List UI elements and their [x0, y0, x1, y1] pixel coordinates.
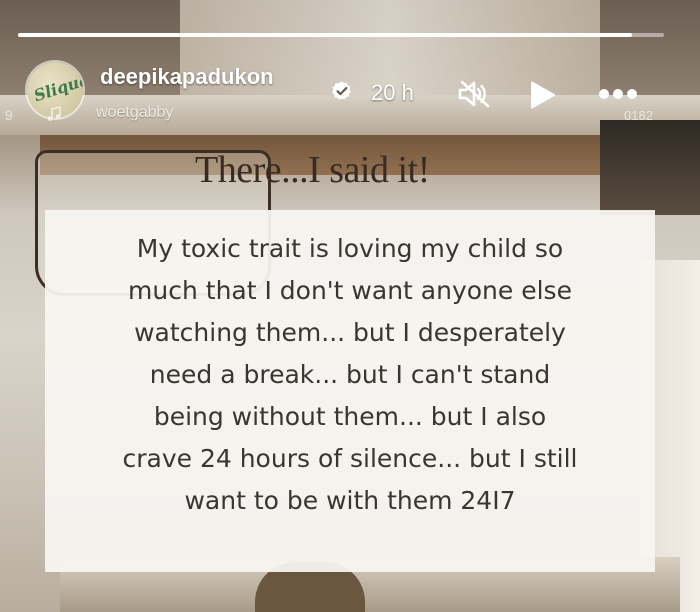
story-progress-fill [18, 33, 632, 37]
music-note-icon [47, 106, 61, 121]
story-timestamp: 20 h [371, 80, 414, 105]
audio-ticker-right: 0182 [624, 108, 653, 123]
audio-track-link[interactable]: woetgabby [96, 104, 173, 122]
play-icon[interactable] [528, 80, 558, 110]
audio-track-prefix: wo [96, 104, 117, 121]
audio-track-name: etgabby [116, 104, 174, 121]
username[interactable]: deepikapadukon [100, 64, 274, 90]
audio-ticker-left: 9 [5, 107, 13, 123]
story-progress-bar [18, 33, 664, 37]
story-text-card: My toxic trait is loving my child so muc… [45, 210, 655, 572]
story-text-body: My toxic trait is loving my child so muc… [122, 234, 578, 515]
speaker-muted-icon[interactable] [456, 80, 492, 108]
pendant-lamp-right [600, 120, 700, 215]
verified-badge-icon [332, 81, 351, 100]
more-options-icon[interactable] [598, 88, 638, 100]
avatar-logo-text: Sliqua [31, 69, 83, 106]
story-headline: There...I said it! [195, 149, 430, 191]
